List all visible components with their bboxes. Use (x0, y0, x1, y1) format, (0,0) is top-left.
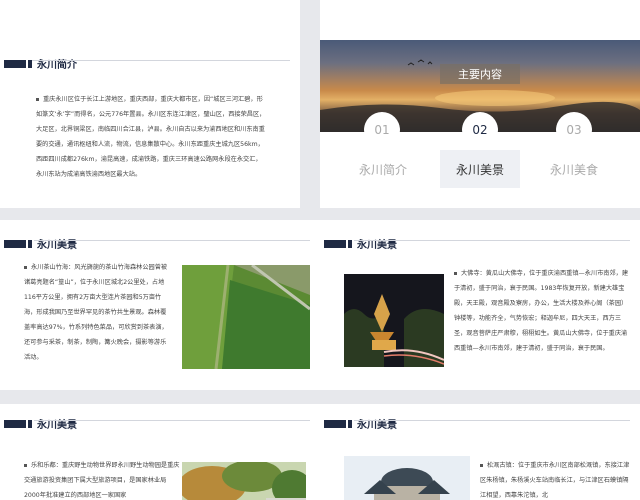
tab-num-03: 03 (566, 123, 582, 137)
slide-header: 永川简介 (4, 56, 294, 71)
slide-intro[interactable]: 永川简介 重庆永川区位于长江上游地区，重庆西部，重庆大都市区，因“城区三河汇碧，… (0, 0, 300, 208)
temple-text: 大佛寺：黄瓜山大佛寺，位于重庆渝西重镇—永川市南郊，建于清初，盛于同治，衰于民国… (454, 270, 629, 352)
tab-label-02[interactable]: 永川美景 (445, 161, 515, 178)
slide-text: 松溉古镇：位于重庆市永川区南部松溉镇，东接江津区朱杨镇，朱杨溪火车站南临长江，与… (480, 458, 632, 500)
header-divider (34, 420, 310, 421)
header-bar (324, 419, 346, 428)
slide-scenery-town[interactable]: 永川美景 松溉古镇：位于重庆市永川区南部松溉镇，东接江津区朱杨镇，朱杨溪火车站南… (320, 404, 640, 500)
slide-header: 永川美景 (324, 236, 397, 251)
zoo-photo (182, 462, 306, 500)
contents-heading-box: 主要内容 (440, 64, 520, 84)
slide-title: 永川美景 (357, 240, 397, 251)
tea-field-icon (182, 265, 310, 369)
slide-header: 永川美景 (324, 416, 397, 431)
tab-num-02: 02 (472, 123, 488, 137)
slide-contents[interactable]: 主要内容 01 02 03 永川简介 永川美景 永川美食 (320, 0, 640, 208)
bullet-icon (36, 97, 39, 101)
bullet-icon (480, 463, 483, 467)
slide-text: 乐和乐都：重庆野生动物世界即永川野生动物园是重庆交通旅游投资集团下属大型旅游项目… (24, 458, 180, 500)
slide-title: 永川美景 (357, 420, 397, 431)
slide-text: 永川茶山竹海：风光旖旎的茶山竹海森林公园曾被诸葛亮题名“篁山”，位于永川区城北2… (24, 260, 172, 365)
header-bar-accent (28, 419, 32, 428)
bullet-icon (24, 265, 27, 269)
header-bar-accent (348, 419, 352, 428)
bullet-icon (24, 463, 27, 467)
tab-label-03[interactable]: 永川美食 (539, 161, 609, 178)
slide-scenery-zoo[interactable]: 永川美景 乐和乐都：重庆野生动物世界即永川野生动物园是重庆交通旅游投资集团下属大… (0, 404, 320, 500)
bullet-icon (454, 271, 457, 275)
slide-scenery-temple[interactable]: 永川美景 大佛寺：黄瓜山大佛寺，位于重庆渝西重镇—永川市南郊，建于清初，盛于同治… (320, 220, 640, 390)
temple-photo (344, 274, 444, 367)
slide-header: 永川美景 (4, 236, 77, 251)
slide-header: 永川美景 (4, 416, 77, 431)
header-divider (354, 420, 630, 421)
header-bar-accent (348, 239, 352, 248)
tab-circle-03[interactable]: 03 (556, 112, 592, 148)
slide-title: 永川简介 (37, 60, 77, 71)
intro-text: 重庆永川区位于长江上游地区，重庆西部，重庆大都市区，因“城区三河汇碧，形如篆文‘… (36, 96, 266, 178)
header-bar (4, 419, 26, 428)
town-text: 松溉古镇：位于重庆市永川区南部松溉镇，东接江津区朱杨镇，朱杨溪火车站南临长江，与… (480, 462, 630, 499)
tea-text: 永川茶山竹海：风光旖旎的茶山竹海森林公园曾被诸葛亮题名“篁山”，位于永川区城北2… (24, 264, 168, 361)
town-photo (344, 456, 470, 500)
slide-title: 永川美景 (37, 240, 77, 251)
header-bar (324, 239, 346, 248)
temple-night-icon (344, 274, 444, 367)
header-bar (4, 239, 26, 248)
slide-scenery-tea[interactable]: 永川美景 永川茶山竹海：风光旖旎的茶山竹海森林公园曾被诸葛亮题名“篁山”，位于永… (0, 220, 320, 390)
header-divider (34, 240, 310, 241)
tab-circle-01[interactable]: 01 (364, 112, 400, 148)
slide-title: 永川美景 (37, 420, 77, 431)
tab-label-01[interactable]: 永川简介 (348, 161, 418, 178)
tab-circle-02[interactable]: 02 (462, 112, 498, 148)
header-divider (354, 240, 630, 241)
tea-field-photo (182, 265, 310, 369)
slide-text: 重庆永川区位于长江上游地区，重庆西部，重庆大都市区，因“城区三河汇碧，形如篆文‘… (36, 92, 266, 182)
zoo-text: 乐和乐都：重庆野生动物世界即永川野生动物园是重庆交通旅游投资集团下属大型旅游项目… (24, 462, 180, 499)
slide-text: 大佛寺：黄瓜山大佛寺，位于重庆渝西重镇—永川市南郊，建于清初，盛于同治，衰于民国… (454, 266, 630, 356)
header-divider (32, 60, 290, 61)
tab-num-01: 01 (374, 123, 390, 137)
header-bar (4, 59, 26, 68)
contents-heading: 主要内容 (458, 68, 502, 81)
trees-icon (182, 462, 306, 500)
header-bar-accent (28, 239, 32, 248)
old-hall-icon (344, 456, 470, 500)
